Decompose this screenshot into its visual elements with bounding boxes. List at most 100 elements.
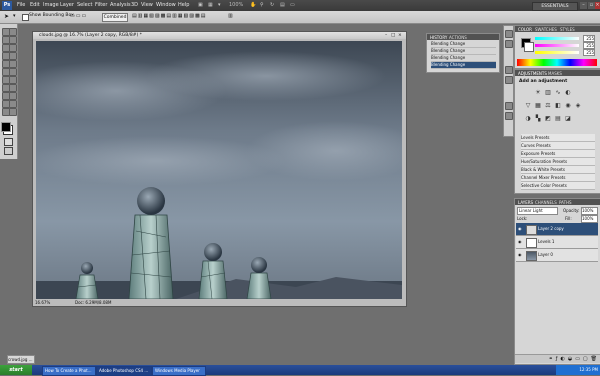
layers-footer-buttons[interactable]: ⚭ƒ◐◒▭▢🗑	[515, 354, 600, 363]
history-panel-icon[interactable]	[505, 30, 513, 38]
threshold-icon[interactable]: ◩	[545, 116, 551, 122]
preset-hue-saturation[interactable]: Hue/Saturation Presets	[521, 158, 595, 166]
align-icons[interactable]: ▭▭▭	[70, 13, 87, 19]
menu-window[interactable]: Window	[156, 2, 176, 8]
layer-row[interactable]: ◉ Layer 0	[516, 249, 598, 262]
shape-tool-icon[interactable]	[9, 92, 17, 100]
minimize-icon[interactable]: –	[385, 32, 387, 39]
menu-view[interactable]: View	[141, 2, 153, 8]
minimize-icon[interactable]: –	[580, 2, 587, 9]
hue-saturation-icon[interactable]: ▦	[535, 103, 541, 109]
view-extras-icon[interactable]: ▾	[218, 2, 221, 8]
brightness-contrast-icon[interactable]: ☀	[535, 90, 541, 96]
exposure-icon[interactable]: ◐	[565, 90, 571, 96]
curves-icon[interactable]: ∿	[555, 90, 561, 96]
layer-row[interactable]: ◉ Levels 1	[516, 236, 598, 249]
zoom-tool-icon[interactable]	[9, 108, 17, 116]
brushes-panel-icon[interactable]	[505, 66, 513, 74]
fill-input[interactable]: 100%	[581, 215, 598, 223]
mini-bridge-icon[interactable]: ▦	[208, 2, 213, 8]
menu-3d[interactable]: 3D	[131, 2, 138, 8]
start-button[interactable]: start	[0, 365, 32, 375]
vibrance-icon[interactable]: ▽	[525, 103, 531, 109]
move-tool-icon[interactable]: ➤	[4, 13, 9, 20]
document-title-bar[interactable]: clouds.jpg @ 16.7% (Layer 2 copy, RGB/8#…	[33, 32, 406, 39]
marquee-tool-icon[interactable]	[9, 28, 17, 36]
menu-filter[interactable]: Filter	[95, 2, 107, 8]
auto-align-icon[interactable]: ▥	[228, 13, 233, 19]
menu-image[interactable]: Image	[43, 2, 59, 8]
magenta-slider[interactable]	[535, 44, 579, 47]
eye-icon[interactable]: ◉	[518, 239, 523, 244]
color-spectrum-ramp[interactable]	[517, 59, 597, 66]
quick-select-tool-icon[interactable]	[9, 36, 17, 44]
clone-source-panel-icon[interactable]	[505, 76, 513, 84]
dodge-tool-icon[interactable]	[9, 76, 17, 84]
photo-filter-icon[interactable]: ◉	[565, 103, 571, 109]
color-value[interactable]: 255	[583, 42, 595, 49]
menu-help[interactable]: Help	[178, 2, 189, 8]
combined-button[interactable]: Combined	[102, 13, 128, 22]
zoom-icon[interactable]: ⚲	[260, 2, 264, 8]
yellow-slider[interactable]	[535, 51, 579, 54]
arrange-documents-icon[interactable]: ▤	[280, 2, 285, 8]
history-brush-tool-icon[interactable]	[9, 60, 17, 68]
color-value[interactable]: 255	[583, 35, 595, 42]
channel-mixer-icon[interactable]: ◈	[575, 103, 581, 109]
document-zoom[interactable]: 16.67%	[35, 300, 50, 305]
menu-edit[interactable]: Edit	[30, 2, 40, 8]
menu-layer[interactable]: Layer	[60, 2, 74, 8]
invert-icon[interactable]: ◑	[525, 116, 531, 122]
color-balance-icon[interactable]: ⚖	[545, 103, 551, 109]
history-step-selected[interactable]: Blending Change	[431, 62, 496, 69]
tab-color[interactable]: COLOR	[518, 27, 532, 32]
tool-preset-dropdown-icon[interactable]: ▾	[13, 13, 16, 19]
selective-color-icon[interactable]: ◪	[565, 116, 571, 122]
color-value[interactable]: 255	[583, 49, 595, 56]
opacity-input[interactable]: 100%	[581, 207, 598, 215]
menu-file[interactable]: File	[17, 2, 25, 8]
workspace-switcher[interactable]: ESSENTIALS	[532, 2, 578, 11]
tab-adjustments[interactable]: ADJUSTMENTS	[518, 71, 547, 76]
3d-orbit-tool-icon[interactable]	[9, 100, 17, 108]
tab-styles[interactable]: STYLES	[560, 27, 575, 32]
preset-black-white[interactable]: Black & White Presets	[521, 166, 595, 174]
posterize-icon[interactable]: ▚	[535, 116, 541, 122]
zoom-level[interactable]: 100%	[229, 2, 243, 8]
preset-channel-mixer[interactable]: Channel Mixer Presets	[521, 174, 595, 182]
layer-row[interactable]: ◉ Layer 2 copy	[516, 223, 598, 236]
menu-analysis[interactable]: Analysis	[110, 2, 131, 8]
preset-levels[interactable]: Levels Presets	[521, 134, 595, 142]
eyedropper-tool-icon[interactable]	[9, 44, 17, 52]
close-icon[interactable]: ×	[398, 32, 402, 39]
brush-tool-icon[interactable]	[9, 52, 17, 60]
quick-mask-icon[interactable]	[4, 138, 13, 146]
eye-icon[interactable]: ◉	[518, 226, 523, 231]
restore-icon[interactable]: ▫	[588, 2, 595, 9]
system-tray-clock[interactable]: 12:35 PM	[556, 365, 600, 375]
show-bounding-box-checkbox[interactable]	[22, 14, 29, 21]
tab-channels[interactable]: CHANNELS	[535, 200, 557, 205]
minimized-document[interactable]: crowd.jpg ...	[7, 355, 35, 364]
eye-icon[interactable]: ◉	[518, 252, 523, 257]
preset-exposure[interactable]: Exposure Presets	[521, 150, 595, 158]
history-step[interactable]: Blending Change	[431, 48, 496, 55]
actions-panel-icon[interactable]	[505, 40, 513, 48]
history-step[interactable]: Blending Change	[431, 55, 496, 62]
tab-swatches[interactable]: SWATCHES	[535, 27, 557, 32]
bridge-icon[interactable]: ▣	[198, 2, 203, 8]
blend-mode-select[interactable]: Linear Light	[517, 207, 558, 215]
distribute-icons[interactable]: ▤▥▦▧▨▩▤▥▦▧▨▩▤	[132, 13, 206, 19]
close-icon[interactable]: ×	[595, 2, 600, 9]
type-tool-icon[interactable]	[9, 84, 17, 92]
character-panel-icon[interactable]	[505, 102, 513, 110]
hand-icon[interactable]: ✋	[250, 2, 256, 8]
foreground-color-swatch[interactable]	[1, 122, 11, 132]
tab-masks[interactable]: MASKS	[548, 71, 562, 76]
levels-icon[interactable]: ▥	[545, 90, 551, 96]
screen-mode-icon[interactable]	[4, 147, 13, 155]
preset-selective-color[interactable]: Selective Color Presets	[521, 182, 595, 190]
paragraph-panel-icon[interactable]	[505, 112, 513, 120]
preset-curves[interactable]: Curves Presets	[521, 142, 595, 150]
tab-history[interactable]: HISTORY	[430, 35, 447, 40]
